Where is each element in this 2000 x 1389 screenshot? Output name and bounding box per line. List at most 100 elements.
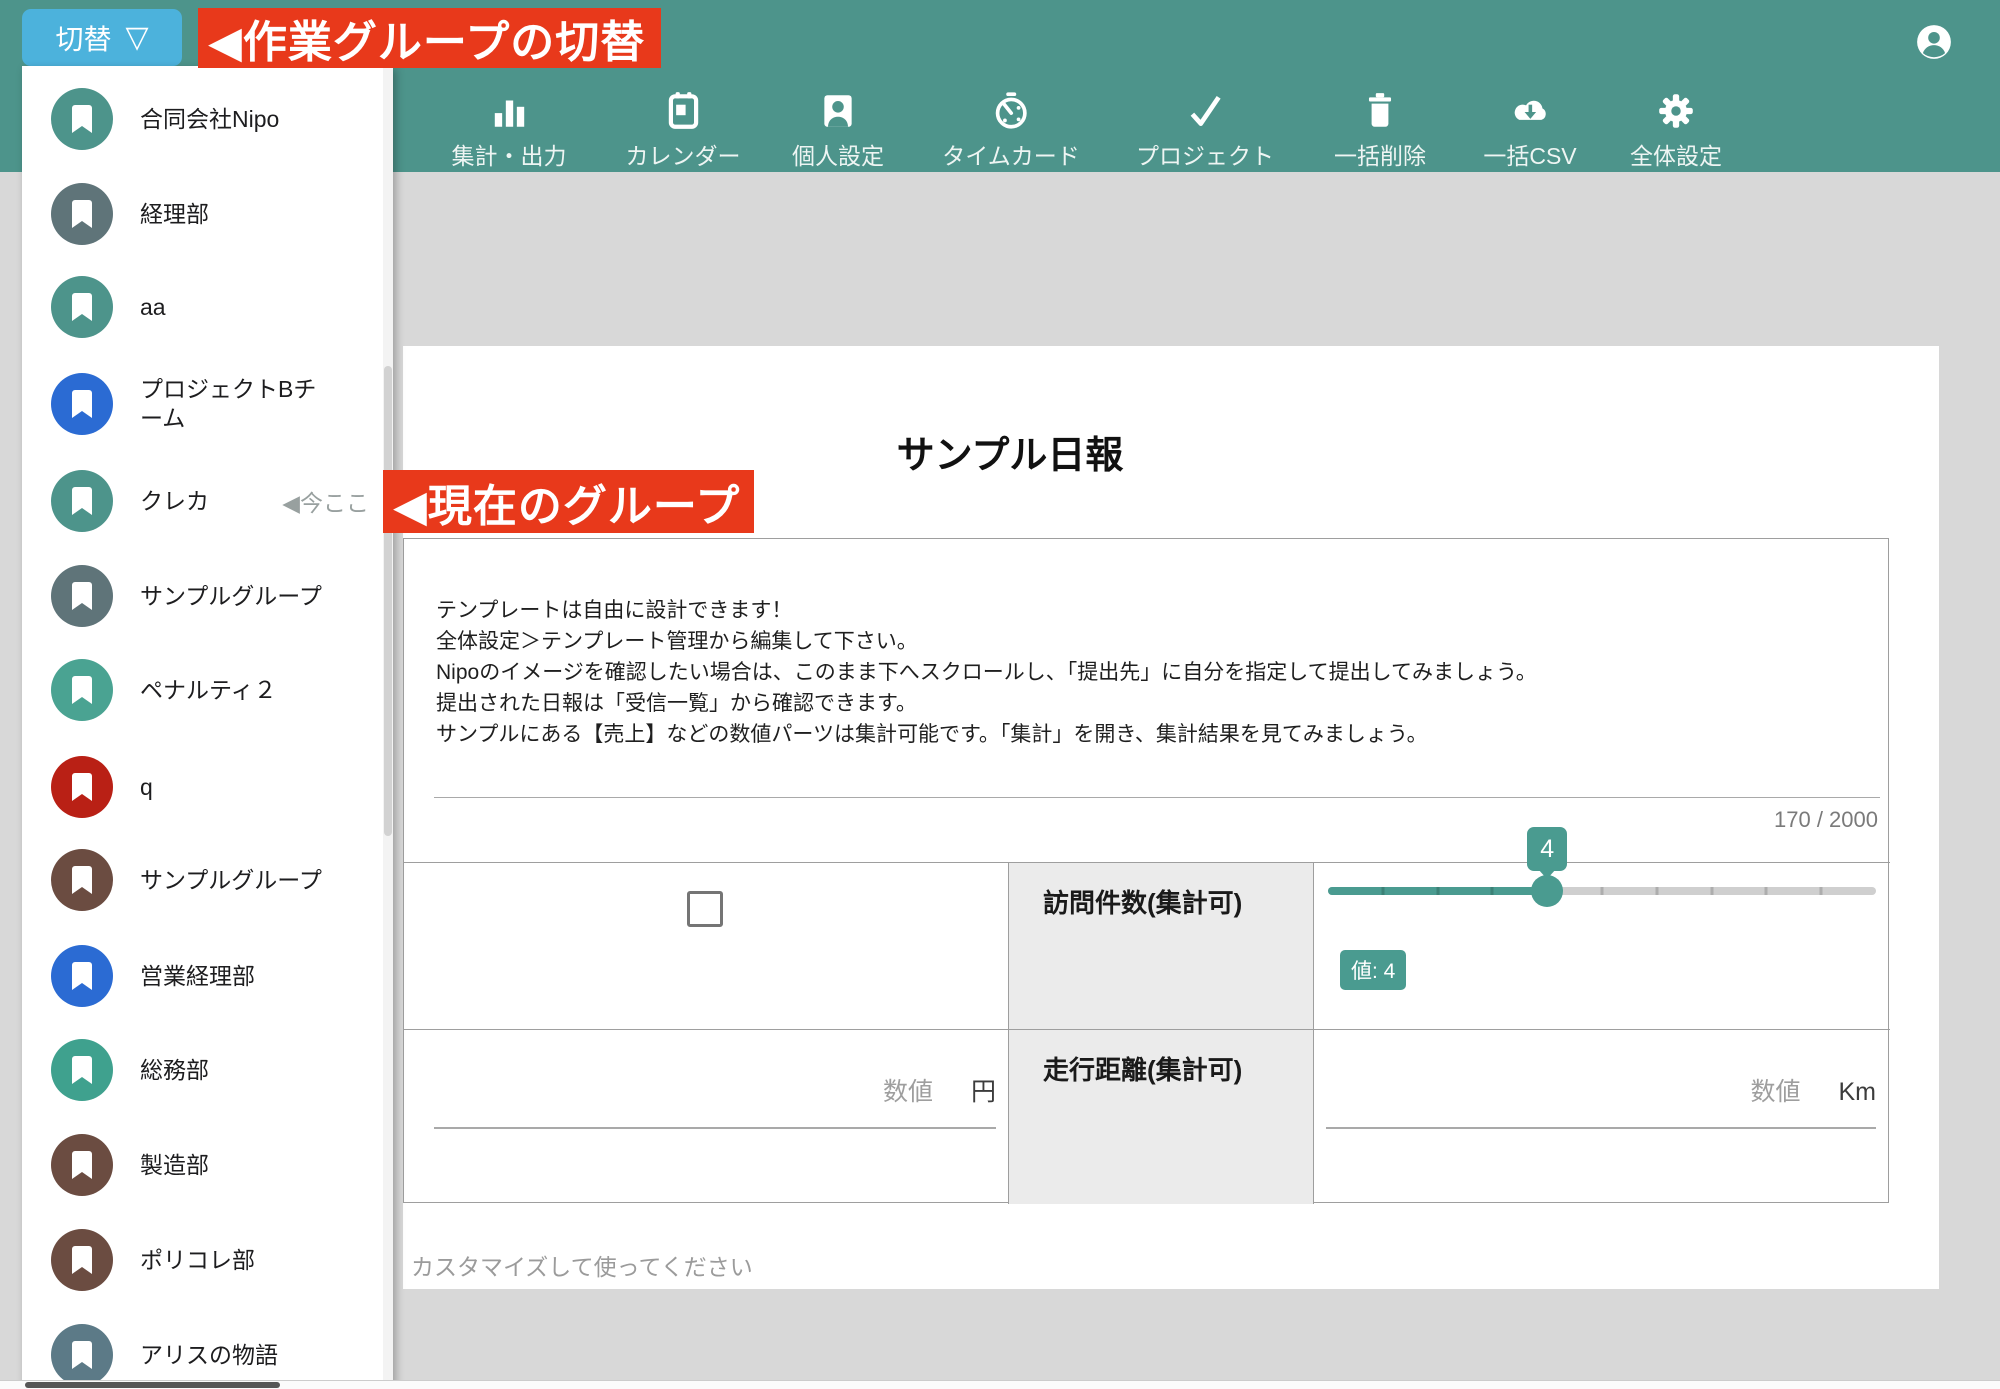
menu-scrollbar[interactable] xyxy=(383,66,393,1389)
group-menu-item[interactable]: サンプルグループ xyxy=(22,549,393,643)
bookmark-icon xyxy=(70,865,94,895)
group-avatar xyxy=(51,88,113,150)
group-name: 営業経理部 xyxy=(140,962,255,991)
slider-handle[interactable] xyxy=(1531,875,1563,907)
group-name: aa xyxy=(140,293,166,322)
distance-underline xyxy=(1326,1127,1876,1129)
group-name: 総務部 xyxy=(140,1056,209,1085)
group-menu-item[interactable]: 経理部 xyxy=(22,167,393,261)
bookmark-icon xyxy=(70,961,94,991)
group-name: 経理部 xyxy=(140,200,209,229)
nav-item-bulk-delete[interactable]: 一括削除 xyxy=(1334,90,1426,171)
horizontal-scrollbar[interactable] xyxy=(0,1380,2000,1389)
distance-label-cell: 走行距離(集計可) xyxy=(1008,1030,1314,1204)
slider-tick xyxy=(1710,887,1713,895)
instruction-line: Nipoのイメージを確認したい場合は、このまま下へスクロールし、「提出先」に自分… xyxy=(436,657,1537,688)
group-avatar xyxy=(51,373,113,435)
nav-item-bulk-csv[interactable]: 一括CSV xyxy=(1483,90,1576,171)
group-name: ポリコレ部 xyxy=(140,1246,255,1275)
nav-item-aggregate-output[interactable]: 集計・出力 xyxy=(452,90,567,171)
annotation-switch-group: ◀作業グループの切替 xyxy=(198,8,661,68)
group-menu-item[interactable]: aa xyxy=(22,260,393,354)
group-menu-item[interactable]: 製造部 xyxy=(22,1118,393,1212)
nav-item-label: 一括CSV xyxy=(1483,137,1576,171)
amount-underline xyxy=(434,1127,996,1129)
app-window: 切替 ▽ 集計・出力 カレンダー 個人設定 タイムカード xyxy=(0,0,2000,1389)
slider-tick xyxy=(1765,887,1768,895)
group-avatar xyxy=(51,1134,113,1196)
calendar-icon xyxy=(626,90,741,132)
checkbox[interactable] xyxy=(687,891,723,927)
char-counter: 170 / 2000 xyxy=(1774,807,1878,833)
group-avatar xyxy=(51,470,113,532)
instruction-line: 提出された日報は「受信一覧」から確認できます。 xyxy=(436,688,1537,719)
group-avatar xyxy=(51,1039,113,1101)
group-avatar xyxy=(51,849,113,911)
group-avatar xyxy=(51,276,113,338)
group-name: クレカ xyxy=(140,487,209,516)
slider-value-badge: 値: 4 xyxy=(1340,950,1406,990)
slider-tick xyxy=(1601,887,1604,895)
timer-icon xyxy=(942,90,1080,132)
distance-placeholder: 数値 xyxy=(1750,1072,1800,1108)
visit-label: 訪問件数(集計可) xyxy=(1043,883,1242,920)
group-avatar xyxy=(51,1229,113,1291)
horizontal-scrollbar-thumb[interactable] xyxy=(25,1382,280,1388)
footer-textarea-placeholder[interactable]: カスタマイズして使ってください xyxy=(411,1248,753,1282)
instruction-line: 全体設定＞テンプレート管理から編集して下さい。 xyxy=(436,626,1537,657)
menu-scrollbar-thumb[interactable] xyxy=(384,366,392,836)
bookmark-icon xyxy=(70,1245,94,1275)
nav-item-personal-settings[interactable]: 個人設定 xyxy=(792,90,884,171)
nav-item-timecard[interactable]: タイムカード xyxy=(942,90,1080,171)
group-avatar xyxy=(51,183,113,245)
nav-item-label: タイムカード xyxy=(942,137,1080,171)
group-menu-item[interactable]: 総務部 xyxy=(22,1023,393,1117)
group-switch-button[interactable]: 切替 ▽ xyxy=(22,9,182,66)
group-name: サンプルグループ xyxy=(140,582,322,611)
group-avatar xyxy=(51,1324,113,1386)
group-name: q xyxy=(140,773,153,802)
checkmark-icon xyxy=(1136,90,1274,132)
nav-item-label: 集計・出力 xyxy=(452,137,567,171)
slider-value-bubble: 4 xyxy=(1527,827,1567,871)
nav-item-label: 個人設定 xyxy=(792,137,884,171)
bookmark-icon xyxy=(70,1055,94,1085)
bookmark-icon xyxy=(70,486,94,516)
nav-item-project[interactable]: プロジェクト xyxy=(1136,90,1274,171)
group-menu-item[interactable]: サンプルグループ xyxy=(22,833,393,927)
nav-item-label: 一括削除 xyxy=(1334,137,1426,171)
free-text-field[interactable]: テンプレートは自由に設計できます！ 全体設定＞テンプレート管理から編集して下さい… xyxy=(404,539,1888,862)
group-menu-item[interactable]: 営業経理部 xyxy=(22,929,393,1023)
nav-item-calendar[interactable]: カレンダー xyxy=(626,90,741,171)
group-switch-label: 切替 xyxy=(55,18,111,58)
bookmark-icon xyxy=(70,581,94,611)
group-menu-item[interactable]: アリスの物語 xyxy=(22,1308,393,1389)
group-menu-item-current[interactable]: クレカ ◀今ここ xyxy=(22,454,393,548)
visit-label-cell: 訪問件数(集計可) xyxy=(1008,863,1314,1029)
bookmark-icon xyxy=(70,1340,94,1370)
amount-input[interactable]: 数値 円 xyxy=(404,1072,1008,1108)
bookmark-icon xyxy=(70,199,94,229)
account-circle-icon[interactable] xyxy=(1915,23,1953,61)
group-name: サンプルグループ xyxy=(140,866,322,895)
checkbox-cell xyxy=(404,863,1008,1029)
group-menu-item[interactable]: ポリコレ部 xyxy=(22,1213,393,1307)
amount-placeholder: 数値 xyxy=(883,1072,933,1108)
distance-input[interactable]: 数値 Km xyxy=(1314,1072,1890,1108)
group-menu-item[interactable]: プロジェクトBチーム xyxy=(22,357,393,451)
bookmark-icon xyxy=(70,675,94,705)
person-badge-icon xyxy=(792,90,884,132)
bookmark-icon xyxy=(70,1150,94,1180)
slider-tick xyxy=(1820,887,1823,895)
instructions-text: テンプレートは自由に設計できます！ 全体設定＞テンプレート管理から編集して下さい… xyxy=(436,595,1537,750)
template-row-distance: 数値 円 走行距離(集計可) 数値 Km xyxy=(404,1029,1890,1204)
group-name: ペナルティ２ xyxy=(140,676,277,705)
group-menu-item[interactable]: ペナルティ２ xyxy=(22,643,393,737)
nav-item-global-settings[interactable]: 全体設定 xyxy=(1630,90,1722,171)
visit-slider-cell: 4 値: 4 xyxy=(1314,863,1890,1029)
group-menu-item[interactable]: q xyxy=(22,740,393,834)
gear-icon xyxy=(1630,90,1722,132)
group-menu-item[interactable]: 合同会社Nipo xyxy=(22,72,393,166)
amount-cell: 数値 円 xyxy=(404,1030,1008,1204)
slider-track[interactable] xyxy=(1328,887,1876,895)
